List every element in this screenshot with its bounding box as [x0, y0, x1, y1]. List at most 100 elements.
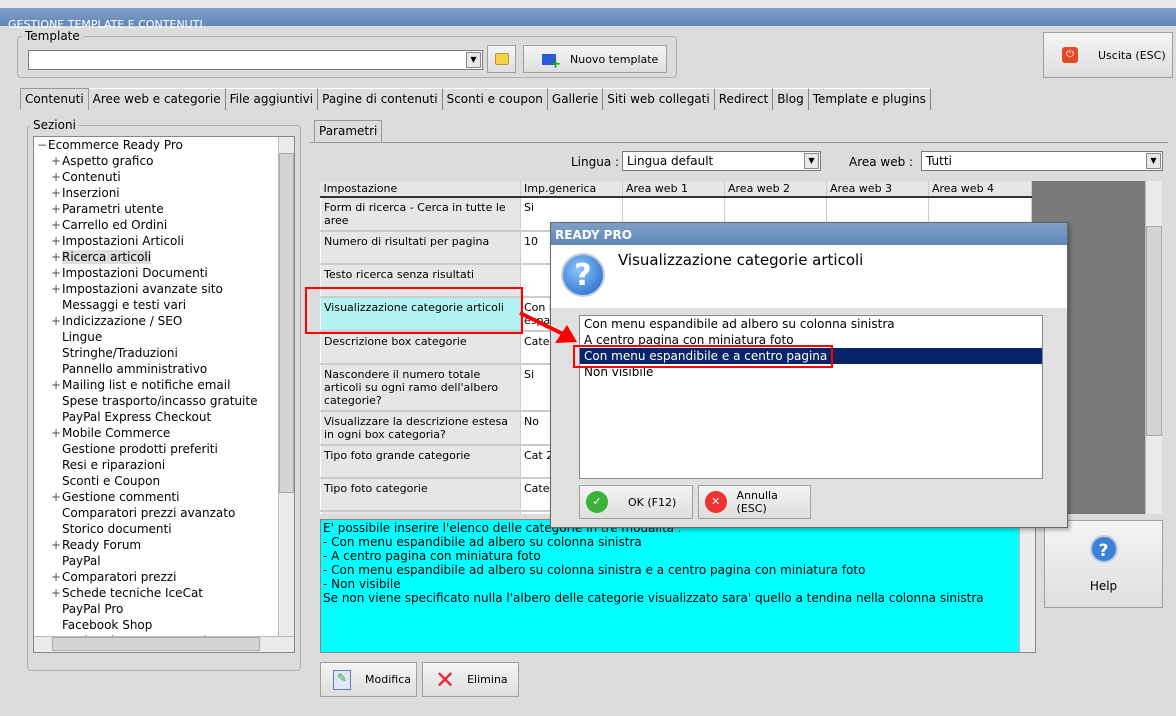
- tree-item[interactable]: Storico documenti: [34, 521, 294, 537]
- tree-item[interactable]: Comparatori prezzi avanzato: [34, 505, 294, 521]
- web-area-combo[interactable]: Tutti ▼: [921, 151, 1163, 171]
- expand-icon[interactable]: +: [50, 217, 62, 233]
- column-header[interactable]: Area web 1: [622, 181, 725, 198]
- tree-item[interactable]: +Mailing list e notifiche email: [34, 377, 294, 393]
- tab-5[interactable]: Gallerie: [547, 88, 604, 110]
- expand-icon[interactable]: +: [50, 569, 62, 585]
- column-header[interactable]: Impostazione: [320, 181, 521, 198]
- tree-item[interactable]: +Mobile Commerce: [34, 425, 294, 441]
- tab-0[interactable]: Contenuti: [20, 88, 89, 110]
- column-header[interactable]: Area web 4: [928, 181, 1032, 198]
- options-list[interactable]: Con menu espandibile ad albero su colonn…: [579, 315, 1043, 479]
- tree-item[interactable]: +Ricerca articoli: [34, 249, 294, 265]
- expand-icon[interactable]: +: [50, 249, 62, 265]
- tab-6[interactable]: Siti web collegati: [603, 88, 715, 110]
- check-icon: ✓: [586, 491, 608, 513]
- folder-icon: [494, 53, 509, 65]
- sections-tree[interactable]: −Ecommerce Ready Pro +Aspetto grafico +Co…: [33, 136, 295, 653]
- exit-button[interactable]: ⏻ Uscita (ESC): [1043, 32, 1173, 78]
- dialog-title: READY PRO: [551, 223, 1067, 245]
- delete-button[interactable]: ✕ Elimina: [422, 662, 519, 697]
- expand-icon[interactable]: +: [50, 537, 62, 553]
- tree-item[interactable]: +Parametri utente: [34, 201, 294, 217]
- question-icon: ?: [561, 253, 605, 297]
- template-combo[interactable]: ▼: [28, 50, 483, 70]
- cancel-button[interactable]: ✕ Annulla (ESC): [698, 485, 811, 519]
- tree-item[interactable]: +Indicizzazione / SEO: [34, 313, 294, 329]
- tree-item[interactable]: +Contenuti: [34, 169, 294, 185]
- expand-icon[interactable]: +: [50, 153, 62, 169]
- tree-item[interactable]: Facebook Shop: [34, 617, 294, 633]
- expand-icon[interactable]: +: [50, 185, 62, 201]
- open-folder-button[interactable]: [487, 45, 516, 73]
- tree-scrollbar[interactable]: [278, 137, 294, 637]
- tab-9[interactable]: Template e plugins: [808, 88, 931, 110]
- tree-item[interactable]: Stringhe/Traduzioni: [34, 345, 294, 361]
- tree-item[interactable]: PayPal Express Checkout: [34, 409, 294, 425]
- tab-parametri[interactable]: Parametri: [314, 120, 383, 143]
- description-line: Se non viene specificato nulla l'albero …: [323, 591, 984, 605]
- tree-item[interactable]: +Carrello ed Ordini: [34, 217, 294, 233]
- new-window-icon: +: [542, 53, 561, 71]
- expand-icon[interactable]: +: [50, 281, 62, 297]
- expand-icon[interactable]: +: [50, 265, 62, 281]
- grid-scrollbar[interactable]: [1145, 181, 1162, 514]
- modify-button[interactable]: ✎ Modifica: [320, 662, 417, 697]
- tree-item[interactable]: +Impostazioni Articoli: [34, 233, 294, 249]
- tree-item[interactable]: +Aspetto grafico: [34, 153, 294, 169]
- tree-item[interactable]: Pannello amministrativo: [34, 361, 294, 377]
- expand-icon[interactable]: +: [50, 425, 62, 441]
- tab-2[interactable]: File aggiuntivi: [225, 88, 319, 110]
- cancel-icon: ✕: [705, 491, 727, 513]
- list-item[interactable]: Con menu espandibile ad albero su colonn…: [580, 316, 1042, 332]
- tree-item[interactable]: Lingue: [34, 329, 294, 345]
- chevron-down-icon[interactable]: ▼: [466, 52, 481, 68]
- description-scrollbar[interactable]: [1019, 520, 1035, 652]
- expand-icon[interactable]: +: [50, 169, 62, 185]
- tree-item[interactable]: PayPal: [34, 553, 294, 569]
- red-arrow-icon: [519, 311, 577, 343]
- expand-icon[interactable]: +: [50, 313, 62, 329]
- expand-icon[interactable]: +: [50, 233, 62, 249]
- tree-item[interactable]: +Schede tecniche IceCat: [34, 585, 294, 601]
- tree-item[interactable]: PayPal Pro: [34, 601, 294, 617]
- help-button[interactable]: ? Help: [1044, 520, 1163, 608]
- main-tabs: Contenuti Aree web e categorie File aggiun…: [20, 88, 931, 110]
- expand-icon[interactable]: +: [50, 489, 62, 505]
- delete-x-icon: ✕: [435, 665, 456, 694]
- tab-8[interactable]: Blog: [773, 88, 809, 110]
- description-line: - Non visibile: [323, 577, 401, 591]
- chevron-down-icon[interactable]: ▼: [1146, 153, 1161, 169]
- tree-item[interactable]: +Impostazioni avanzate sito: [34, 281, 294, 297]
- expand-icon[interactable]: +: [50, 201, 62, 217]
- tree-hscrollbar[interactable]: [34, 636, 294, 652]
- tab-1[interactable]: Aree web e categorie: [88, 88, 226, 110]
- web-area-label: Area web :: [849, 155, 914, 169]
- tree-item[interactable]: +Inserzioni: [34, 185, 294, 201]
- column-header[interactable]: Area web 3: [826, 181, 929, 198]
- column-header[interactable]: Imp.generica: [520, 181, 623, 198]
- description-line: - Con menu espandibile ad albero su colo…: [323, 563, 866, 577]
- tree-item[interactable]: Resi e riparazioni: [34, 457, 294, 473]
- new-template-button[interactable]: + Nuovo template: [523, 45, 667, 73]
- tree-item[interactable]: +Gestione commenti: [34, 489, 294, 505]
- tree-root[interactable]: −Ecommerce Ready Pro: [34, 137, 294, 153]
- tab-4[interactable]: Sconti e coupon: [442, 88, 548, 110]
- tree-item[interactable]: Messaggi e testi vari: [34, 297, 294, 313]
- tree-item[interactable]: +Impostazioni Documenti: [34, 265, 294, 281]
- tab-3[interactable]: Pagine di contenuti: [318, 88, 443, 110]
- tree-item[interactable]: Gestione prodotti preferiti: [34, 441, 294, 457]
- expand-icon[interactable]: +: [50, 377, 62, 393]
- tree-item[interactable]: +Comparatori prezzi: [34, 569, 294, 585]
- expand-icon[interactable]: +: [50, 585, 62, 601]
- description-box: E' possibile inserire l'elenco delle cat…: [320, 519, 1036, 653]
- tab-7[interactable]: Redirect: [714, 88, 774, 110]
- language-label: Lingua :: [571, 155, 620, 169]
- tree-item[interactable]: +Ready Forum: [34, 537, 294, 553]
- language-combo[interactable]: Lingua default ▼: [622, 151, 821, 171]
- tree-item[interactable]: Spese trasporto/incasso gratuite: [34, 393, 294, 409]
- tree-item[interactable]: Sconti e Coupon: [34, 473, 294, 489]
- chevron-down-icon[interactable]: ▼: [804, 153, 819, 169]
- ok-button[interactable]: ✓ OK (F12): [579, 485, 693, 519]
- column-header[interactable]: Area web 2: [724, 181, 827, 198]
